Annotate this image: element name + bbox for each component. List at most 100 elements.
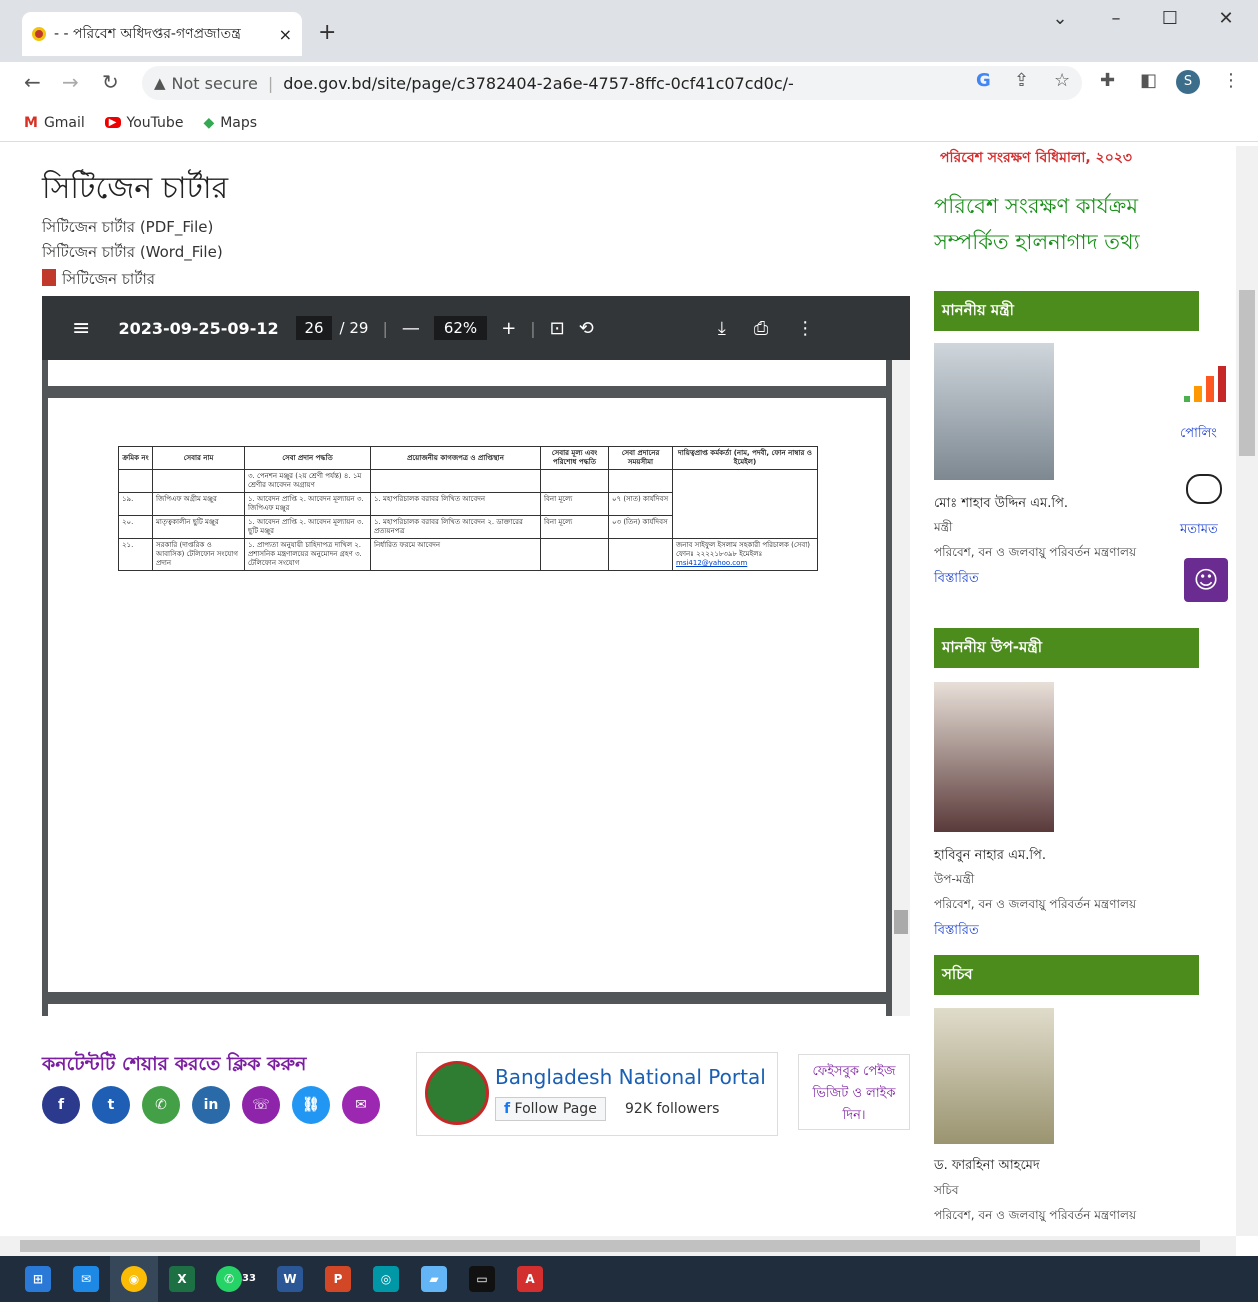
horizontal-scrollbar[interactable]	[0, 1236, 1236, 1256]
messenger-share-button[interactable]: ✉	[342, 1086, 380, 1124]
scrollbar-thumb[interactable]	[894, 910, 908, 934]
deputy-details-link[interactable]: বিস্তারিত	[934, 921, 979, 942]
back-button[interactable]: ←	[24, 70, 41, 94]
secretary-name: ড. ফারহিনা আহমেদ	[934, 1158, 1040, 1173]
taskbar-excel[interactable]: X	[158, 1256, 206, 1302]
share-page-icon[interactable]: ⇪	[1014, 70, 1029, 91]
pdf-page-next	[48, 1004, 886, 1016]
minister-header: মাননীয় মন্ত্রী	[934, 291, 1199, 331]
accessibility-icon[interactable]: ☺	[1184, 558, 1228, 602]
fit-page-icon[interactable]: ⊡	[550, 318, 565, 339]
cell: ১. আবেদন প্রাপ্তি ২. আবেদন মূল্যায়ন ৩. …	[244, 492, 371, 516]
page-number-input[interactable]: 26	[296, 316, 332, 340]
facebook-share-button[interactable]: f	[42, 1086, 80, 1124]
rules-link[interactable]: পরিবেশ সংরক্ষণ বিধিমালা, ২০২৩	[940, 146, 1132, 170]
taskbar-terminal[interactable]: ▭	[458, 1256, 506, 1302]
taskbar-app[interactable]: ◎	[362, 1256, 410, 1302]
bookmark-youtube[interactable]: ▶ YouTube	[104, 115, 183, 131]
os-taskbar: ⊞ ✉ ◉ X ✆ 33 W P ◎ ▰ ▭ A	[0, 1256, 1258, 1302]
tab-close-icon[interactable]: ×	[279, 25, 292, 44]
more-options-icon[interactable]: ⋮	[796, 318, 814, 339]
officer-email-link[interactable]: msi412@yahoo.com	[676, 559, 747, 567]
maximize-button[interactable]: ☐	[1150, 8, 1190, 29]
pdf-file-link[interactable]: সিটিজেন চার্টার (PDF_File)	[42, 216, 213, 241]
taskbar-powerpoint[interactable]: P	[314, 1256, 362, 1302]
reload-button[interactable]: ↻	[102, 70, 119, 94]
table-header-row: ক্রমিক নং সেবার নাম সেবা প্রদান পদ্ধতি প…	[118, 446, 818, 470]
minimize-button[interactable]: –	[1096, 8, 1136, 29]
cell	[608, 538, 673, 571]
hamburger-menu-icon[interactable]: ≡	[72, 316, 90, 341]
taskbar-mail[interactable]: ✉	[62, 1256, 110, 1302]
word-file-link[interactable]: সিটিজেন চার্টার (Word_File)	[42, 241, 223, 266]
pdf-page-current: ক্রমিক নং সেবার নাম সেবা প্রদান পদ্ধতি প…	[48, 398, 886, 992]
feedback-chat-icon[interactable]	[1186, 474, 1222, 504]
column-header: দায়িত্বপ্রাপ্ত কর্মকর্তা (নাম, পদবী, ফো…	[672, 446, 818, 470]
feedback-label[interactable]: মতামত	[1180, 520, 1218, 541]
zoom-out-icon[interactable]: —	[402, 318, 420, 339]
start-button[interactable]: ⊞	[14, 1256, 62, 1302]
copy-link-share-button[interactable]: ⛓	[292, 1086, 330, 1124]
column-header: সেবার মূল্য এবং পরিশোধ পদ্ধতি	[540, 446, 609, 470]
cell	[540, 469, 609, 493]
taskbar-acrobat[interactable]: A	[506, 1256, 554, 1302]
taskbar-word[interactable]: W	[266, 1256, 314, 1302]
page-scrollbar[interactable]	[1236, 146, 1258, 1236]
column-header: ক্রমিক নং	[118, 446, 153, 470]
bookmark-maps[interactable]: ◆ Maps	[203, 115, 257, 131]
deputy-ministry: পরিবেশ, বন ও জলবায়ু পরিবর্তন মন্ত্রণালয…	[934, 897, 1137, 911]
share-title: কনটেন্টটি শেয়ার করতে ক্লিক করুন	[42, 1053, 307, 1075]
poll-chart-icon[interactable]	[1184, 366, 1228, 402]
pdf-toolbar: ≡ 2023-09-25-09-12... 26 / 29 | — 62% + …	[42, 296, 910, 360]
address-bar[interactable]: ▲ Not secure | doe.gov.bd/site/page/c378…	[142, 66, 1082, 100]
download-icon[interactable]: ⤓	[718, 318, 726, 339]
update-info-link[interactable]: পরিবেশ সংরক্ষণ কার্যক্রম সম্পর্কিত হালনা…	[934, 188, 1214, 260]
scrollbar-thumb[interactable]	[1239, 290, 1255, 456]
minister-details-link[interactable]: বিস্তারিত	[934, 569, 979, 590]
extensions-icon[interactable]: ✚	[1100, 70, 1115, 91]
zoom-in-icon[interactable]: +	[501, 318, 516, 339]
tab-title: - - পরিবেশ অধিদপ্তর-গণপ্রজাতন্ত্র	[54, 26, 241, 42]
linkedin-share-button[interactable]: in	[192, 1086, 230, 1124]
taskbar-explorer[interactable]: ▰	[410, 1256, 458, 1302]
cell: বিনা মূল্যে	[540, 515, 609, 539]
print-icon[interactable]: ⎙	[754, 318, 768, 339]
cell	[672, 469, 818, 539]
follow-page-button[interactable]: f Follow Page	[495, 1097, 606, 1121]
cell	[540, 538, 609, 571]
officer-info: জনাব সাইফুল ইসলাম সহকারী পরিচালক (সেবা) …	[676, 541, 810, 558]
cell: ২১.	[118, 538, 153, 571]
rotate-icon[interactable]: ⟲	[579, 318, 594, 339]
portal-name[interactable]: Bangladesh National Portal	[495, 1065, 766, 1089]
maps-icon: ◆	[203, 114, 215, 131]
forward-button[interactable]: →	[62, 70, 79, 94]
facebook-visit-link[interactable]: ফেইসবুক পেইজ ভিজিট ও লাইক দিন।	[798, 1054, 910, 1130]
secretary-role: সচিব	[934, 1183, 959, 1197]
pdf-scrollbar[interactable]	[892, 360, 910, 1016]
poll-label[interactable]: পোলিং	[1180, 424, 1217, 445]
browser-tab[interactable]: - - পরিবেশ অধিদপ্তর-গণপ্রজাতন্ত্র ×	[22, 12, 302, 56]
bookmark-gmail[interactable]: M Gmail	[24, 115, 85, 131]
app-icon: ◎	[373, 1266, 399, 1292]
zoom-level[interactable]: 62%	[433, 316, 488, 340]
google-translate-icon[interactable]: G	[976, 70, 991, 91]
bookmark-label: Maps	[220, 114, 258, 131]
warning-icon: ▲	[154, 74, 166, 92]
close-window-button[interactable]: ✕	[1206, 8, 1246, 29]
taskbar-chrome[interactable]: ◉	[110, 1256, 158, 1302]
new-tab-button[interactable]: +	[318, 20, 336, 45]
viber-share-button[interactable]: ☏	[242, 1086, 280, 1124]
bookmark-star-icon[interactable]: ☆	[1054, 70, 1070, 91]
taskbar-whatsapp[interactable]: ✆ 33	[206, 1256, 266, 1302]
twitter-share-button[interactable]: t	[92, 1086, 130, 1124]
browser-menu-icon[interactable]: ⋮	[1222, 70, 1240, 91]
side-panel-icon[interactable]: ◧	[1140, 70, 1157, 91]
scrollbar-thumb[interactable]	[20, 1240, 1200, 1252]
profile-avatar[interactable]: S	[1176, 70, 1200, 94]
tab-search-icon[interactable]: ⌄	[1040, 8, 1080, 29]
whatsapp-share-button[interactable]: ✆	[142, 1086, 180, 1124]
notification-badge: 33	[242, 1273, 256, 1284]
secretary-header: সচিব	[934, 955, 1199, 995]
site-favicon-icon	[32, 27, 46, 41]
pdf-attachment-link[interactable]: সিটিজেন চার্টার	[42, 268, 155, 293]
